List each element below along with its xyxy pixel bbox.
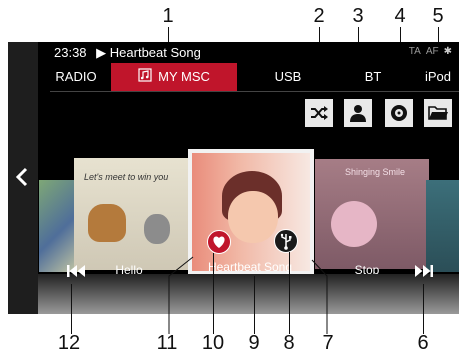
back-button[interactable] [8,42,38,314]
artist-icon [350,105,366,122]
callout-4: 4 [394,5,406,27]
callout-2: 2 [313,5,325,27]
usb-source-badge [274,229,298,253]
cat-figure [144,214,170,244]
clock: 23:38 [54,45,87,60]
chevron-left-icon [15,167,28,187]
playback-bar [38,274,459,314]
tab-label: MY MSC [158,69,210,84]
album-art-text: Shinging Smile [345,167,406,177]
ta-indicator: TA [408,46,421,57]
shuffle-icon [311,106,328,120]
tab-radio[interactable]: RADIO [46,63,106,91]
callout-5: 5 [432,5,444,27]
tab-bt[interactable]: BT [353,63,393,91]
album-art-text: Let's meet to win you [84,172,169,182]
album-art-hello[interactable]: Let's meet to win you [74,158,190,270]
album-art-far-left[interactable] [39,180,79,272]
flower-figure [331,201,377,247]
usb-icon [280,233,292,250]
leader-line-12 [71,284,72,334]
next-track-button[interactable] [414,264,434,283]
baby-photo [192,153,310,271]
source-tabs: RADIO MY MSC USB BT iPod [38,63,459,91]
status-indicators: TA AF ✱ [409,46,452,57]
tab-usb[interactable]: USB [263,63,313,91]
shuffle-button[interactable] [305,99,333,127]
skip-next-icon [415,265,433,277]
callout-3: 3 [352,5,364,27]
previous-track-button[interactable] [66,264,86,283]
album-icon [391,105,407,121]
tab-label: iPod [424,69,452,84]
album-caption-heartbeat-song: Heartbeat Song [207,260,293,274]
artist-button[interactable] [344,99,372,127]
head-unit-screen: 23:38 ▶ Heartbeat Song TA AF ✱ RADIO MY … [8,42,459,314]
callout-11: 11 [156,332,178,354]
album-button[interactable] [385,99,413,127]
tab-label: RADIO [55,69,97,84]
leader-line-8 [289,252,290,334]
album-art-stop[interactable]: Shinging Smile [315,159,429,269]
now-playing-title: ▶ Heartbeat Song [96,45,201,60]
callout-12: 12 [57,332,81,354]
dog-figure [88,204,126,242]
af-indicator: AF [425,46,439,57]
album-art-far-right[interactable] [426,180,459,272]
callout-10: 10 [201,332,225,354]
leader-line-6 [423,284,424,334]
leader-line-10 [213,253,214,334]
bluetooth-icon: ✱ [443,46,452,57]
heart-icon [213,236,225,248]
folder-icon [428,106,448,120]
status-bar: 23:38 ▶ Heartbeat Song [54,45,201,61]
tab-label: BT [364,69,382,84]
tab-my-msc[interactable]: MY MSC [111,63,237,91]
album-art-heartbeat-song[interactable] [188,149,314,276]
callout-6: 6 [417,332,429,354]
folder-button[interactable] [424,99,452,127]
skip-previous-icon [67,265,85,277]
callout-7: 7 [322,332,334,354]
tab-divider [50,91,459,92]
leader-line-9 [254,276,255,334]
tab-label: USB [274,69,302,84]
tab-ipod[interactable]: iPod [416,63,459,91]
callout-8: 8 [283,332,295,354]
music-note-icon [138,64,152,92]
favorite-button[interactable] [207,230,231,254]
callout-1: 1 [162,5,174,27]
callout-9: 9 [248,332,260,354]
